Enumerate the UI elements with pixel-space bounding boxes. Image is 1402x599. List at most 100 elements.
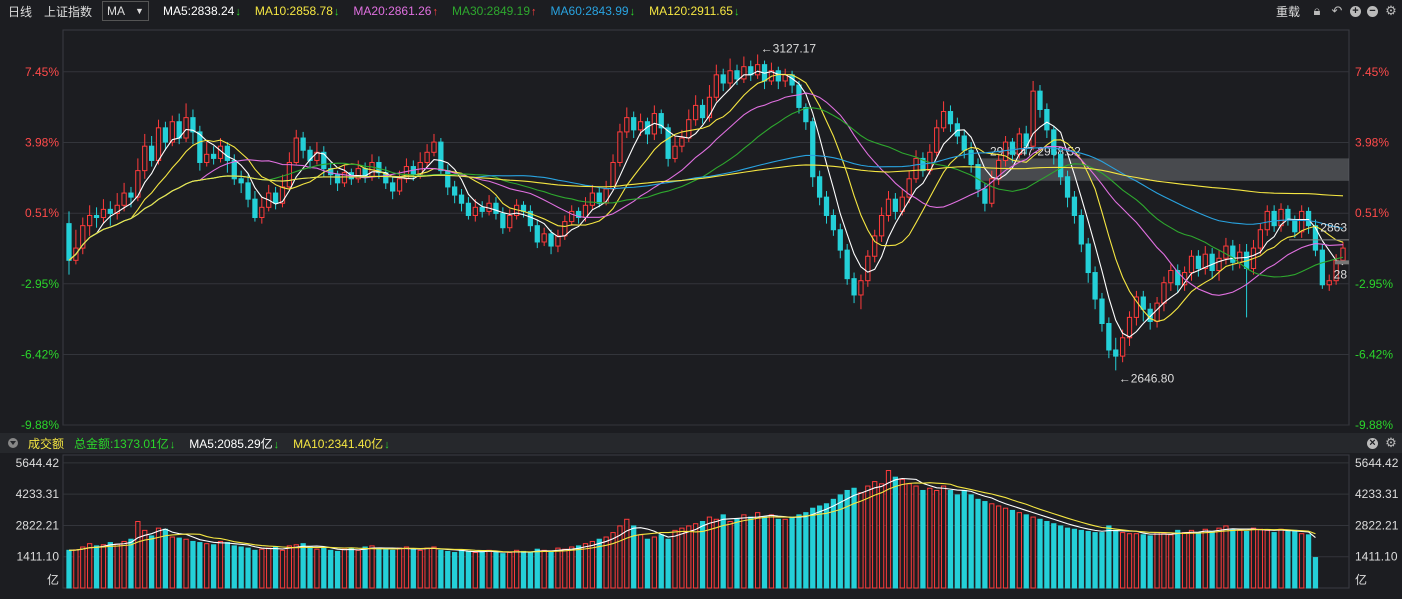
volume-gear-icon[interactable]: ⚙ <box>1384 435 1398 450</box>
volume-bar <box>66 549 72 589</box>
volume-bar <box>493 552 499 589</box>
volume-bar <box>837 494 843 589</box>
candle-body <box>80 225 86 249</box>
candle-body <box>954 123 960 137</box>
legend-item: MA10:2858.78↓ <box>255 4 340 18</box>
candle-body <box>238 178 244 184</box>
volume-bar <box>334 550 341 589</box>
volume-bar <box>114 543 120 589</box>
volume-bar <box>885 470 892 589</box>
candle-body <box>858 280 864 296</box>
volume-tick-left: 5644.42 <box>16 456 60 470</box>
volume-bar <box>1299 533 1305 589</box>
price-tick-right: -2.95% <box>1355 277 1393 291</box>
candle-body <box>637 121 644 131</box>
volume-bar <box>975 498 981 589</box>
candle-body <box>727 70 733 84</box>
candle-body <box>87 214 93 227</box>
candle-body <box>149 145 155 161</box>
price-tick-left: -9.88% <box>21 418 59 432</box>
candle-body <box>920 157 926 172</box>
volume-bar <box>328 549 334 589</box>
candle-body <box>183 117 189 139</box>
volume-bar <box>1209 530 1215 589</box>
lock-icon[interactable]: 🔒︎ <box>1310 3 1324 18</box>
volume-bar <box>1230 528 1236 589</box>
collapse-icon[interactable] <box>8 438 18 448</box>
ma-line <box>68 74 1344 323</box>
volume-bar <box>183 538 189 589</box>
price-tick-right: -6.42% <box>1355 347 1393 361</box>
volume-bar <box>1223 525 1229 589</box>
candle-body <box>830 214 837 231</box>
candle-body <box>176 121 182 139</box>
candle-body <box>610 161 616 190</box>
zoom-out-icon[interactable]: − <box>1367 5 1378 17</box>
volume-bar <box>1154 532 1160 589</box>
volume-bar <box>1181 532 1188 589</box>
volume-bar <box>603 536 609 589</box>
candle-body <box>1085 243 1091 274</box>
candle-body <box>1181 272 1188 286</box>
volume-bar <box>693 523 699 589</box>
volume-bar <box>899 478 905 589</box>
volume-bar <box>1243 530 1250 589</box>
volume-bar <box>858 492 864 589</box>
volume-bar <box>1133 533 1140 589</box>
right-price-tag: 2863 <box>1320 221 1347 235</box>
volume-ma-line <box>68 477 1316 553</box>
candle-body <box>107 208 113 214</box>
candle-body <box>1340 247 1346 261</box>
volume-bar <box>541 549 547 589</box>
volume-bar <box>362 546 368 589</box>
zoom-in-icon[interactable]: + <box>1350 5 1361 17</box>
legend-item: 总金额:1373.01亿↓ <box>74 435 175 452</box>
volume-bar <box>245 547 251 589</box>
volume-bar <box>562 548 568 589</box>
close-icon[interactable]: × <box>1367 437 1378 449</box>
volume-bar <box>789 516 795 589</box>
volume-bar <box>107 542 113 589</box>
candle-body <box>878 214 885 237</box>
restore-button[interactable]: 重载 <box>1276 3 1300 20</box>
arrow-down-icon: ↓ <box>169 438 176 451</box>
volume-bar <box>224 542 231 589</box>
legend-item: MA5:2838.24↓ <box>163 4 241 18</box>
volume-bar <box>679 527 685 589</box>
candle-body <box>927 151 933 172</box>
candle-body <box>837 229 843 251</box>
volume-bar <box>1126 533 1133 589</box>
candlestick-chart[interactable]: 7.45% 7.45% 3.98% 3.98% 0.51% 0.51% -2.95% -2.9… <box>0 0 1402 599</box>
volume-bar <box>1051 523 1057 589</box>
legend-label: MA20:2861.26 <box>353 4 432 18</box>
volume-bar <box>865 485 871 589</box>
volume-bar <box>1009 509 1016 589</box>
volume-bar <box>734 518 740 589</box>
volume-bar <box>396 547 403 589</box>
candle-body <box>231 159 237 180</box>
period-label[interactable]: 日线 <box>8 3 32 20</box>
volume-bar <box>87 543 93 589</box>
undo-icon[interactable]: ↶ <box>1330 3 1344 18</box>
candle-body <box>789 74 795 86</box>
legend-label: 总金额:1373.01亿 <box>74 436 169 451</box>
volume-bar <box>252 549 258 589</box>
volume-tick-right: 1411.10 <box>1355 550 1398 564</box>
volume-bar <box>906 483 912 589</box>
volume-bar <box>816 505 823 589</box>
ma-line <box>68 92 1344 296</box>
gear-icon[interactable]: ⚙ <box>1384 3 1398 18</box>
volume-bar <box>878 483 885 589</box>
volume-bar <box>727 521 733 589</box>
volume-bar <box>348 547 354 589</box>
candle-body <box>396 178 403 192</box>
candle-body <box>1278 208 1284 227</box>
arrow-down-icon: ↓ <box>733 6 740 18</box>
candle-body <box>493 202 499 214</box>
indicator-select[interactable]: MA ▼ <box>102 1 149 21</box>
volume-bar <box>844 489 850 589</box>
candle-body <box>989 178 995 204</box>
volume-bar <box>80 546 86 589</box>
right-price-marker <box>1335 260 1349 265</box>
volume-bar <box>369 545 375 589</box>
